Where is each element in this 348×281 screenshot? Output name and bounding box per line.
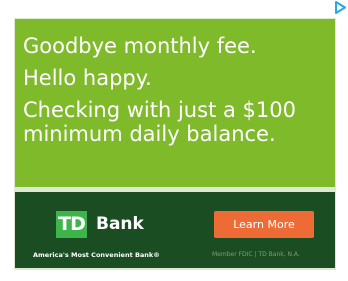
td-logo-badge: TD — [56, 211, 87, 238]
learn-more-button[interactable]: Learn More — [214, 211, 314, 238]
headline-line-4: minimum daily balance. — [23, 122, 276, 146]
adchoices-triangle-icon[interactable] — [331, 0, 348, 15]
member-fdic-text: Member FDIC | TD Bank, N.A. — [212, 251, 300, 258]
headline-line-2: Hello happy. — [23, 66, 152, 90]
bank-logo-name: Bank — [96, 214, 144, 234]
headline-line-3: Checking with just a $100 — [23, 98, 296, 122]
headline-line-1: Goodbye monthly fee. — [23, 34, 257, 58]
brand-tagline: America's Most Convenient Bank® — [33, 251, 160, 259]
